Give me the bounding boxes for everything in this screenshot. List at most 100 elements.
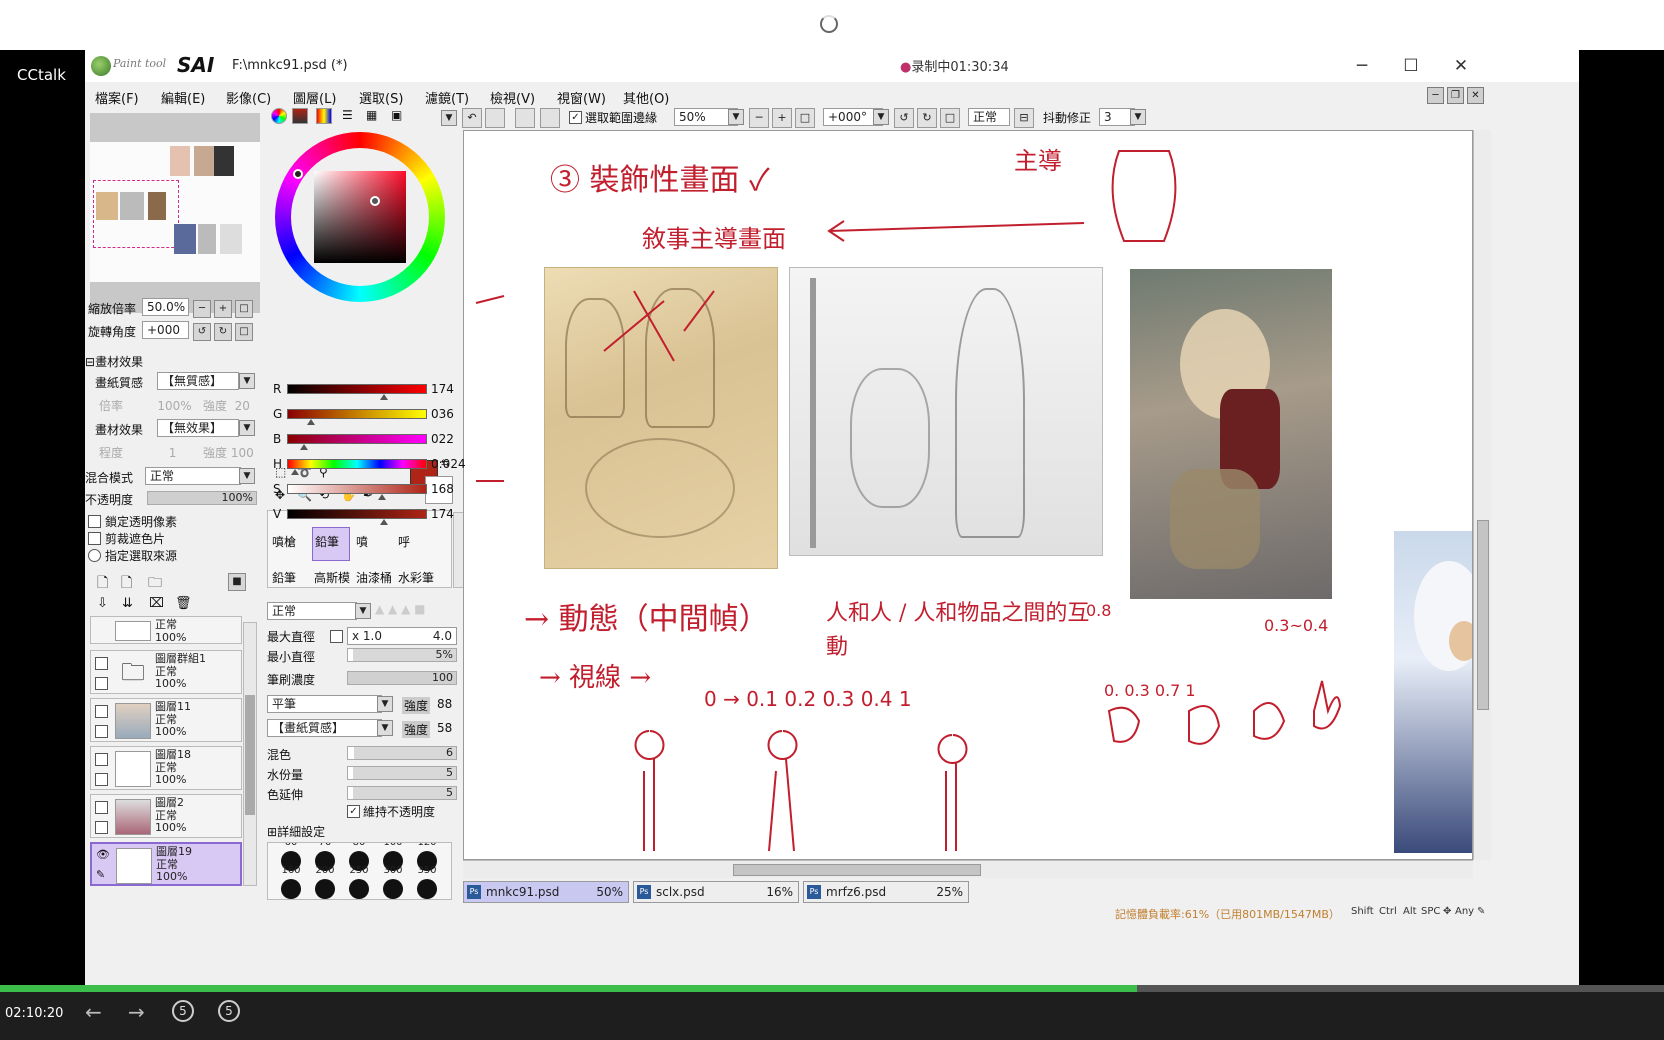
layer-scroll-thumb[interactable] bbox=[245, 695, 255, 815]
rotate-reset-button[interactable]: □ bbox=[235, 323, 253, 341]
layer-lock-checkbox[interactable] bbox=[95, 725, 108, 738]
color-slider[interactable] bbox=[287, 484, 427, 500]
layer-scrollbar[interactable] bbox=[243, 622, 257, 886]
brush-pencil-selected[interactable]: 鉛筆 bbox=[312, 527, 350, 561]
close-button[interactable]: ✕ bbox=[1449, 54, 1473, 78]
zoom-field[interactable]: 50.0% bbox=[142, 298, 189, 316]
brush-shape-icons[interactable]: ▲ ▲ ▲ ■ bbox=[375, 602, 425, 616]
color-wheel[interactable] bbox=[275, 132, 445, 302]
rotate-field[interactable]: +000 bbox=[142, 321, 189, 339]
brush-texture-select[interactable]: 【畫紙質感】 bbox=[267, 719, 382, 737]
mdi-close-button[interactable]: ✕ bbox=[1467, 87, 1484, 104]
blend-slider[interactable]: 6 bbox=[347, 746, 457, 760]
max-size-field[interactable]: x 1.0 4.0 bbox=[347, 627, 457, 645]
brush-bucket[interactable]: 油漆桶 bbox=[356, 569, 392, 586]
new-linework-layer-icon[interactable]: 🗋 bbox=[121, 572, 132, 596]
color-slider-marker[interactable] bbox=[307, 419, 316, 425]
min-size-slider[interactable]: 5% bbox=[347, 648, 457, 662]
menu-image[interactable]: 影像(C) bbox=[226, 88, 271, 107]
toolbar-menu-icon[interactable]: ▼ bbox=[441, 110, 457, 126]
rotate-right-button[interactable]: ↻ bbox=[214, 323, 232, 341]
new-folder-icon[interactable]: 🗀 bbox=[148, 572, 162, 596]
mdi-restore-button[interactable]: ❐ bbox=[1447, 87, 1464, 104]
brush-size-presets[interactable]: 60 70 80 100 120 160 200 250 300 350 bbox=[267, 842, 452, 900]
menu-edit[interactable]: 編輯(E) bbox=[161, 88, 205, 107]
merge-down-icon[interactable]: ⇊ bbox=[122, 596, 133, 611]
persistence-slider[interactable]: 5 bbox=[347, 786, 457, 800]
hue-marker[interactable] bbox=[293, 169, 303, 179]
file-tab-active[interactable]: Ps mnkc91.psd 50% bbox=[463, 881, 629, 903]
brush-mode-dropdown-icon[interactable]: ▼ bbox=[355, 603, 371, 619]
hsv-slider-tab-icon[interactable] bbox=[316, 108, 332, 124]
invert-selection-button[interactable] bbox=[540, 108, 560, 128]
brush-shape-select[interactable]: 平筆 bbox=[267, 695, 382, 713]
opacity-slider[interactable]: 100% bbox=[147, 491, 257, 505]
zoom-in-button[interactable]: + bbox=[214, 300, 232, 318]
color-slider[interactable] bbox=[287, 384, 427, 400]
next-icon[interactable]: → bbox=[128, 1000, 145, 1024]
deselect-button[interactable] bbox=[515, 108, 535, 128]
color-slider-value[interactable]: 174 bbox=[431, 507, 454, 521]
layer-item-selected[interactable]: 👁 ✎ 圖層19 正常 100% bbox=[90, 842, 242, 886]
view-mode-select[interactable]: 正常 bbox=[968, 108, 1010, 126]
brush-texture-dropdown-icon[interactable]: ▼ bbox=[377, 720, 393, 736]
blend-dropdown-icon[interactable]: ▼ bbox=[239, 468, 255, 484]
eye-icon[interactable]: 👁 bbox=[96, 848, 110, 861]
layer-lock-checkbox[interactable] bbox=[95, 773, 108, 786]
layer-lock-checkbox[interactable] bbox=[95, 677, 108, 690]
layer-visibility-checkbox[interactable] bbox=[95, 657, 108, 670]
layer-visibility-checkbox[interactable] bbox=[95, 753, 108, 766]
detail-settings[interactable]: ⊞詳細設定 bbox=[267, 823, 325, 840]
maximize-button[interactable]: ☐ bbox=[1399, 54, 1423, 78]
file-tab[interactable]: Ps mrfz6.psd 25% bbox=[803, 881, 969, 903]
menu-other[interactable]: 其他(O) bbox=[623, 88, 669, 107]
color-marker[interactable] bbox=[370, 196, 380, 206]
color-slider-value[interactable]: 168 bbox=[431, 482, 454, 496]
texture-strength-value[interactable]: 58 bbox=[437, 721, 452, 735]
brush-watercolor[interactable]: 水彩筆 bbox=[398, 569, 434, 586]
density-slider[interactable]: 100 bbox=[347, 671, 457, 685]
rewind-5-button[interactable]: 5 bbox=[172, 1000, 194, 1022]
shape-strength-value[interactable]: 88 bbox=[437, 697, 452, 711]
brush-mode-select[interactable]: 正常 bbox=[267, 602, 357, 620]
menu-layer[interactable]: 圖層(L) bbox=[293, 88, 336, 107]
forward-5-button[interactable]: 5 bbox=[218, 1000, 240, 1022]
color-slider[interactable] bbox=[287, 459, 427, 475]
color-slider-value[interactable]: 022 bbox=[431, 432, 454, 446]
layer-item[interactable]: 正常 100% bbox=[90, 616, 242, 644]
video-progress-fill[interactable] bbox=[0, 985, 1137, 992]
keep-opacity-checkbox[interactable]: ✓ bbox=[347, 805, 360, 818]
max-size-lock-checkbox[interactable] bbox=[330, 630, 343, 643]
pen-icon[interactable]: ✎ bbox=[96, 868, 105, 881]
effect-dropdown-icon[interactable]: ▼ bbox=[239, 420, 255, 436]
menu-window[interactable]: 視窗(W) bbox=[557, 88, 606, 107]
paper-dropdown-icon[interactable]: ▼ bbox=[239, 373, 255, 389]
rgb-slider-tab-icon[interactable] bbox=[292, 108, 308, 124]
color-slider[interactable] bbox=[287, 409, 427, 425]
color-slider-value[interactable]: 0:024 bbox=[431, 457, 466, 471]
blend-mode-select[interactable]: 正常 bbox=[145, 467, 241, 485]
color-slider-marker[interactable] bbox=[377, 494, 386, 500]
layer-visibility-checkbox[interactable] bbox=[95, 705, 108, 718]
palette-tab-icon[interactable]: ☰ bbox=[342, 108, 353, 122]
brush-blow[interactable]: 呼 bbox=[398, 533, 410, 550]
zoom-dropdown-icon[interactable]: ▼ bbox=[728, 109, 744, 125]
zoom-out-button[interactable]: ─ bbox=[193, 300, 211, 318]
rotate-dropdown-icon[interactable]: ▼ bbox=[873, 109, 889, 125]
lock-transparency-checkbox[interactable] bbox=[88, 515, 101, 528]
stabilizer-dropdown-icon[interactable]: ▼ bbox=[1130, 109, 1146, 125]
menu-select[interactable]: 選取(S) bbox=[359, 88, 403, 107]
rotate-left-button[interactable]: ↺ bbox=[193, 323, 211, 341]
texture-section[interactable]: ⊟畫材效果 bbox=[85, 353, 143, 370]
brush-shape-dropdown-icon[interactable]: ▼ bbox=[377, 696, 393, 712]
scratchpad-tab-icon[interactable]: ▣ bbox=[391, 108, 402, 122]
zoom-fit-button[interactable]: □ bbox=[795, 108, 815, 128]
drawing-canvas[interactable]: ③ 裝飾性畫面 ✓ 敘事主導畫面 主導 → 動態（中間幀） → 視線 → 人和人… bbox=[463, 130, 1473, 860]
layer-settings-icon[interactable]: ■ bbox=[228, 573, 246, 591]
color-slider-value[interactable]: 174 bbox=[431, 382, 454, 396]
layer-item[interactable]: 圖層18 正常 100% bbox=[90, 746, 242, 790]
rotate-reset-tb-button[interactable]: □ bbox=[940, 108, 960, 128]
menu-file[interactable]: 檔案(F) bbox=[95, 88, 139, 107]
brush-gaussian[interactable]: 高斯模 bbox=[314, 569, 350, 586]
paper-select[interactable]: 【無質感】 bbox=[157, 372, 239, 390]
